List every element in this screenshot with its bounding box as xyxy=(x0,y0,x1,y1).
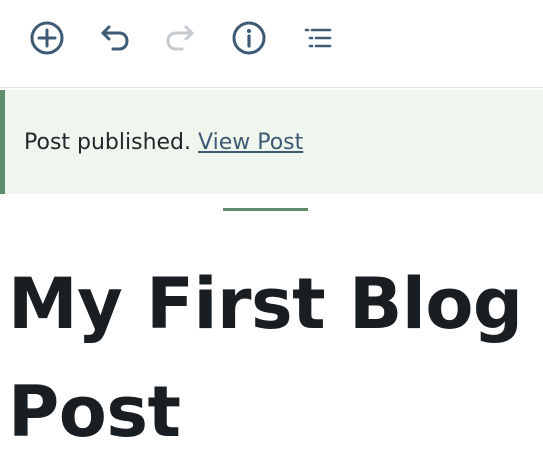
add-block-icon xyxy=(30,21,64,55)
editor-toolbar xyxy=(0,0,543,88)
separator xyxy=(223,208,308,211)
list-view-icon xyxy=(304,28,332,48)
post-title[interactable]: My First Blog Post xyxy=(8,250,543,466)
info-button[interactable] xyxy=(229,18,269,58)
list-view-button[interactable] xyxy=(297,18,337,58)
undo-button[interactable] xyxy=(94,18,134,58)
view-post-link[interactable]: View Post xyxy=(198,130,303,155)
add-block-button[interactable] xyxy=(27,18,67,58)
info-icon xyxy=(232,21,266,55)
undo-icon xyxy=(101,25,129,51)
notice-message: Post published. xyxy=(24,130,192,155)
notice-text: Post published. View Post xyxy=(24,130,303,155)
redo-icon xyxy=(166,25,194,51)
redo-button[interactable] xyxy=(161,18,201,58)
